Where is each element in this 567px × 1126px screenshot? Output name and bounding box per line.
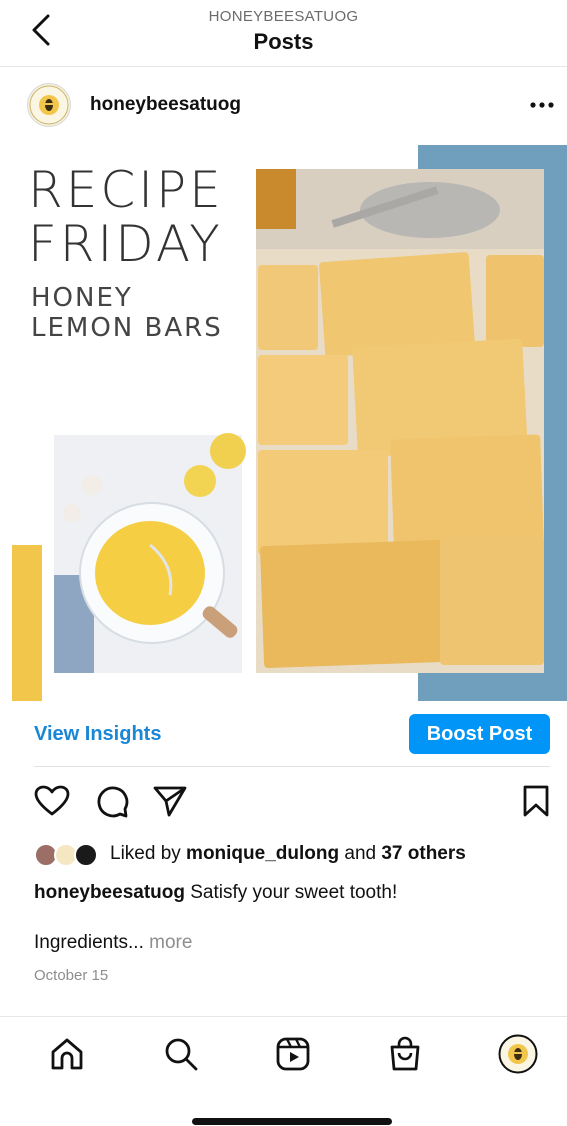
caption-username[interactable]: honeybeesatuog (34, 882, 185, 903)
liked-by-others[interactable]: 37 others (381, 843, 465, 864)
post-date: October 15 (34, 967, 109, 984)
account-name-header: HONEYBEESATUOG (208, 8, 359, 25)
recipe-subtitle-line-2: LEMON BARS (31, 313, 223, 343)
home-icon[interactable] (49, 1036, 85, 1072)
bee-logo-icon (29, 85, 69, 125)
comment-icon[interactable] (95, 785, 129, 819)
bottom-nav (0, 1016, 567, 1095)
top-header: HONEYBEESATUOG Posts (0, 0, 567, 67)
profile-avatar[interactable] (498, 1034, 538, 1074)
view-insights-link[interactable]: View Insights (34, 723, 161, 746)
bookmark-icon[interactable] (522, 784, 550, 818)
liked-by-user[interactable]: monique_dulong (186, 843, 339, 864)
paper-plane-icon[interactable] (152, 784, 188, 818)
liked-by-and: and (339, 843, 382, 864)
liked-by-text[interactable]: Liked by monique_dulong and 37 others (110, 843, 466, 865)
more-dots-icon[interactable] (529, 100, 555, 110)
author-username[interactable]: honeybeesatuog (90, 94, 241, 116)
more-link[interactable]: more (149, 932, 192, 953)
boost-post-button[interactable]: Boost Post (409, 714, 550, 754)
liked-by-avatars[interactable] (34, 843, 104, 867)
reels-icon[interactable] (275, 1036, 311, 1072)
recipe-subtitle-line-1: HONEY (31, 283, 133, 313)
caption-continuation: Ingredients... more (34, 932, 192, 954)
post-caption: honeybeesatuog Satisfy your sweet tooth! (34, 882, 397, 904)
author-avatar[interactable] (27, 83, 71, 127)
recipe-title-line-2: FRIDAY (28, 215, 223, 273)
shop-icon[interactable] (387, 1035, 423, 1073)
search-icon[interactable] (163, 1036, 199, 1072)
post-image[interactable]: RECIPE FRIDAY HONEY LEMON BARS (0, 145, 567, 701)
caption-text: Satisfy your sweet tooth! (184, 882, 398, 903)
recipe-title: RECIPE FRIDAY (28, 163, 224, 271)
page-title: Posts (253, 29, 314, 54)
ingredients-text: Ingredients... (34, 932, 144, 953)
recipe-subtitle: HONEY LEMON BARS (31, 283, 223, 343)
divider (34, 766, 550, 767)
heart-icon[interactable] (34, 785, 70, 817)
recipe-title-line-1: RECIPE (28, 161, 224, 219)
home-indicator[interactable] (192, 1118, 392, 1125)
liked-by-prefix: Liked by (110, 843, 187, 864)
